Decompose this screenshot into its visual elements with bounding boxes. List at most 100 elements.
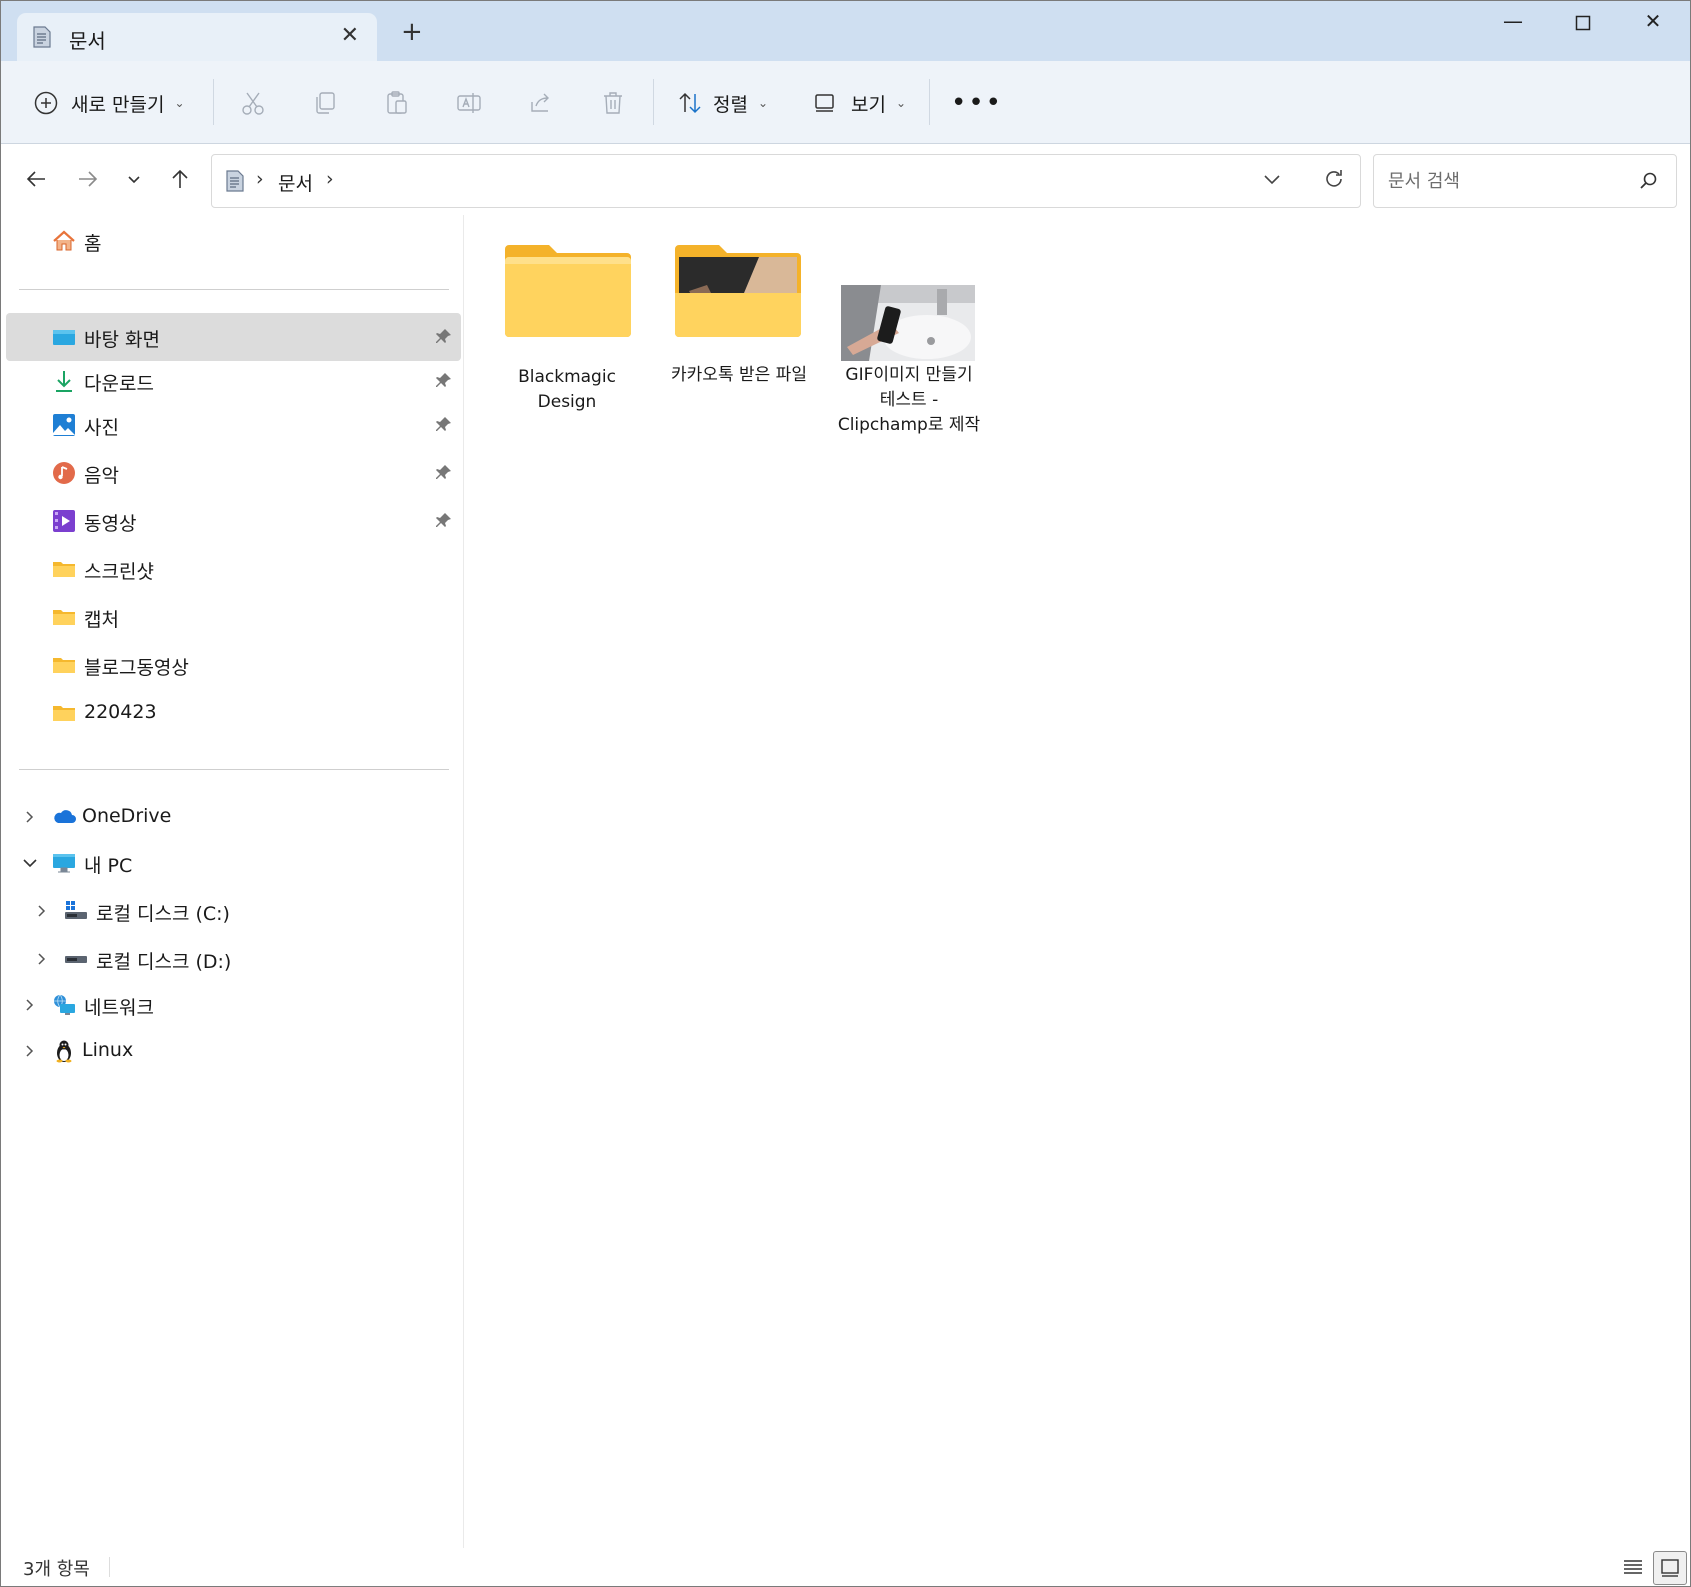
desktop-icon [53, 330, 75, 345]
folder-icon [53, 610, 75, 625]
chevron-down-icon: ⌄ [757, 96, 769, 110]
paste-icon [387, 91, 407, 114]
tab-documents[interactable]: 문서 ✕ [17, 13, 377, 61]
sidebar-item-label: 로컬 디스크 (D:) [96, 951, 232, 973]
sidebar-item-screenshots[interactable]: 스크린샷 [6, 545, 461, 593]
back-button[interactable] [21, 164, 51, 194]
expand-chevron-icon[interactable] [34, 901, 50, 921]
new-button[interactable]: 새로 만들기 ⌄ [33, 87, 185, 119]
expand-chevron-icon[interactable] [34, 949, 50, 969]
sidebar-item-this-pc[interactable]: 내 PC [6, 839, 461, 887]
status-bar: 3개 항목 [1, 1549, 1690, 1586]
maximize-button[interactable] [1559, 9, 1607, 39]
pin-icon[interactable] [435, 371, 453, 389]
file-explorer-window: 문서 ✕ + — ✕ 새로 만들기 ⌄ 정렬 ⌄ 보기 ⌄ ••• › 문서 ›… [0, 0, 1691, 1587]
sidebar-item-label: Linux [82, 1039, 134, 1061]
folder-preview-icon [675, 245, 801, 337]
sidebar-item-home[interactable]: 홈 [6, 217, 461, 265]
navigation-pane: 홈 바탕 화면 다운로드 사진 음악 동영상 스크린샷 캡처 블로그동영상 22… [1, 215, 464, 1548]
tab-label: 문서 [69, 29, 106, 53]
expand-chevron-icon[interactable] [22, 995, 38, 1015]
sidebar-item-label: 음악 [84, 465, 119, 487]
sidebar-item-onedrive[interactable]: OneDrive [6, 793, 461, 841]
forward-button[interactable] [73, 164, 103, 194]
share-button[interactable] [525, 87, 557, 119]
folder-icon [53, 706, 75, 721]
breadcrumb-chevron-icon[interactable]: › [326, 168, 334, 190]
sidebar-item-downloads[interactable]: 다운로드 [6, 357, 461, 405]
onedrive-icon [54, 810, 76, 823]
breadcrumb-chevron-icon[interactable]: › [256, 168, 264, 190]
sidebar-item-label: 로컬 디스크 (C:) [96, 903, 230, 925]
sidebar-divider [19, 769, 449, 770]
new-tab-button[interactable]: + [401, 19, 423, 45]
trash-icon [604, 92, 622, 114]
documents-icon [33, 26, 51, 48]
documents-icon [226, 170, 244, 192]
address-bar[interactable]: › 문서 › [211, 154, 1361, 208]
minimize-button[interactable]: — [1489, 9, 1537, 39]
chevron-down-icon [128, 176, 140, 184]
recent-locations-button[interactable] [119, 164, 149, 194]
paste-button[interactable] [381, 87, 413, 119]
file-item[interactable]: Blackmagic Design [493, 237, 641, 412]
sidebar-item-label: 내 PC [84, 855, 133, 877]
sidebar-item-blog-videos[interactable]: 블로그동영상 [6, 641, 461, 689]
toolbar-divider [929, 79, 930, 125]
pin-icon[interactable] [435, 415, 453, 433]
videos-icon [53, 510, 75, 532]
sidebar-item-drive-c[interactable]: 로컬 디스크 (C:) [6, 887, 461, 935]
address-history-icon[interactable] [1262, 169, 1282, 189]
pin-icon[interactable] [435, 463, 453, 481]
pin-icon[interactable] [435, 327, 453, 345]
status-divider [109, 1557, 110, 1577]
expand-chevron-icon[interactable] [22, 1041, 38, 1061]
delete-button[interactable] [597, 87, 629, 119]
file-item[interactable]: GIF이미지 만들기 테스트 - Clipchamp로 제작 [835, 237, 983, 457]
large-icons-view-icon [1661, 1559, 1679, 1577]
up-button[interactable] [165, 164, 195, 194]
file-name: Blackmagic Design [518, 367, 616, 412]
file-name: GIF이미지 만들기 테스트 - Clipchamp로 제작 [837, 365, 981, 435]
sidebar-item-drive-d[interactable]: 로컬 디스크 (D:) [6, 935, 461, 983]
large-icons-view-button[interactable] [1653, 1551, 1687, 1585]
chevron-down-icon: ⌄ [174, 96, 185, 110]
breadcrumb-documents[interactable]: 문서 [278, 169, 313, 196]
details-view-button[interactable] [1617, 1551, 1649, 1583]
view-button[interactable]: 보기 ⌄ [813, 87, 906, 119]
music-icon [53, 462, 75, 484]
sidebar-item-videos[interactable]: 동영상 [6, 497, 461, 545]
share-icon [531, 93, 549, 112]
sidebar-item-desktop[interactable]: 바탕 화면 [6, 313, 461, 361]
sidebar-item-label: OneDrive [82, 805, 172, 827]
sidebar-item-220423[interactable]: 220423 [6, 689, 461, 737]
collapse-chevron-icon[interactable] [22, 853, 38, 873]
close-window-button[interactable]: ✕ [1629, 9, 1677, 39]
new-button-label: 새로 만들기 [71, 93, 165, 116]
expand-chevron-icon[interactable] [22, 807, 38, 827]
search-box[interactable] [1373, 154, 1677, 208]
sidebar-item-music[interactable]: 음악 [6, 449, 461, 497]
cut-button[interactable] [237, 87, 269, 119]
sidebar-item-label: 바탕 화면 [84, 329, 160, 351]
sort-button[interactable]: 정렬 ⌄ [677, 87, 768, 119]
file-item[interactable]: 카카오톡 받은 파일 [665, 237, 813, 407]
copy-button[interactable] [309, 87, 341, 119]
pin-icon[interactable] [435, 511, 453, 529]
computer-icon [53, 854, 75, 873]
close-tab-icon[interactable]: ✕ [341, 23, 359, 48]
sidebar-item-linux[interactable]: Linux [6, 1027, 461, 1075]
search-input[interactable] [1386, 167, 1630, 195]
arrow-left-icon [26, 171, 45, 187]
more-options-button[interactable]: ••• [951, 87, 1003, 119]
sidebar-item-captures[interactable]: 캡처 [6, 593, 461, 641]
search-icon[interactable] [1638, 171, 1658, 191]
cut-icon [242, 92, 264, 115]
file-name: 카카오톡 받은 파일 [671, 365, 807, 385]
sidebar-item-network[interactable]: 네트워크 [6, 981, 461, 1029]
folder-icon [53, 658, 75, 673]
refresh-icon[interactable] [1322, 167, 1346, 191]
sidebar-item-pictures[interactable]: 사진 [6, 401, 461, 449]
rename-button[interactable] [453, 87, 485, 119]
details-view-icon [1624, 1560, 1642, 1574]
